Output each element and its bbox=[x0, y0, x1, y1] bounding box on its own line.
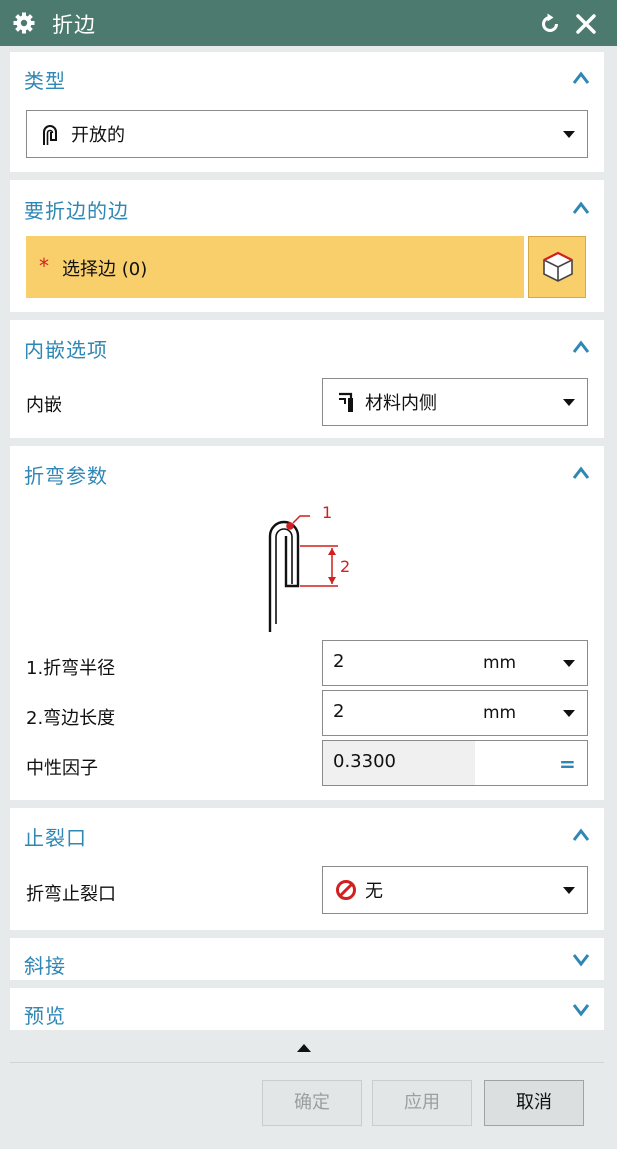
bend-radius-label: 1.折弯半径 bbox=[26, 658, 116, 679]
section-miter[interactable]: 斜接 bbox=[10, 938, 604, 980]
bend-relief-dropdown[interactable]: 无 bbox=[322, 866, 588, 914]
ok-button[interactable]: 确定 bbox=[262, 1080, 362, 1126]
bend-radius-value[interactable]: 2 bbox=[333, 651, 344, 672]
expand-caret-icon[interactable] bbox=[572, 953, 590, 967]
formula-equals-button[interactable]: = bbox=[559, 752, 576, 776]
flange-length-unit[interactable]: mm bbox=[483, 703, 516, 723]
section-preview-title[interactable]: 预览 bbox=[24, 1000, 66, 1029]
section-inset: 内嵌选项 内嵌 材料内侧 bbox=[10, 320, 604, 438]
apply-button[interactable]: 应用 bbox=[372, 1080, 472, 1126]
diagram-label-1: 1 bbox=[322, 503, 332, 522]
section-preview[interactable]: 预览 bbox=[10, 988, 604, 1030]
section-miter-title[interactable]: 斜接 bbox=[24, 950, 66, 979]
type-dropdown-value: 开放的 bbox=[71, 125, 125, 146]
inset-dropdown[interactable]: 材料内侧 bbox=[322, 378, 588, 426]
bend-diagram: 1 2 bbox=[268, 503, 350, 632]
diagram-label-2: 2 bbox=[340, 557, 350, 576]
required-asterisk: * bbox=[39, 254, 49, 278]
collapse-caret-icon[interactable] bbox=[572, 828, 590, 842]
bend-point-marker bbox=[286, 522, 294, 530]
show-less-icon[interactable] bbox=[297, 1044, 311, 1052]
divider bbox=[10, 1062, 604, 1063]
expand-caret-icon[interactable] bbox=[572, 1003, 590, 1017]
hem-flange-dialog: 折边 类型 开放的 要折边的边 * 选择边 (0) 内嵌选项 内嵌 材料内侧 折… bbox=[0, 0, 617, 1149]
section-relief: 止裂口 折弯止裂口 无 bbox=[10, 808, 604, 930]
bend-relief-value: 无 bbox=[365, 881, 383, 902]
chevron-down-icon bbox=[563, 887, 575, 894]
section-bend-params: 折弯参数 1 2 1.折弯半径 2 mm 2.弯边长度 2 mm 中性因子 0.… bbox=[10, 446, 604, 800]
neutral-factor-value: 0.3300 bbox=[333, 751, 396, 772]
select-edge-label: 选择边 (0) bbox=[62, 259, 148, 280]
chevron-down-icon[interactable] bbox=[563, 710, 575, 717]
flange-length-field[interactable]: 2 mm bbox=[322, 690, 588, 736]
bend-radius-unit[interactable]: mm bbox=[483, 653, 516, 673]
section-edges-title[interactable]: 要折边的边 bbox=[24, 195, 129, 224]
chevron-down-icon bbox=[563, 399, 575, 406]
none-icon bbox=[336, 880, 356, 900]
material-inside-icon bbox=[339, 392, 353, 412]
section-relief-title[interactable]: 止裂口 bbox=[24, 822, 87, 851]
type-dropdown[interactable]: 开放的 bbox=[26, 110, 588, 158]
neutral-factor-label: 中性因子 bbox=[26, 758, 98, 779]
title-bar: 折边 bbox=[0, 0, 617, 46]
section-edges: 要折边的边 * 选择边 (0) bbox=[10, 180, 604, 312]
bend-radius-field[interactable]: 2 mm bbox=[322, 640, 588, 686]
cancel-button[interactable]: 取消 bbox=[484, 1080, 584, 1126]
collapse-caret-icon[interactable] bbox=[572, 201, 590, 215]
neutral-factor-field[interactable]: 0.3300 = bbox=[322, 740, 588, 786]
section-type: 类型 开放的 bbox=[10, 52, 604, 172]
select-edge-button[interactable] bbox=[528, 236, 586, 298]
chevron-down-icon[interactable] bbox=[563, 660, 575, 667]
collapse-caret-icon[interactable] bbox=[572, 466, 590, 480]
dialog-title: 折边 bbox=[52, 13, 96, 37]
collapse-caret-icon[interactable] bbox=[572, 340, 590, 354]
flange-length-label: 2.弯边长度 bbox=[26, 708, 116, 729]
collapse-caret-icon[interactable] bbox=[572, 71, 590, 85]
chevron-down-icon bbox=[563, 131, 575, 138]
reset-icon[interactable] bbox=[538, 12, 562, 36]
inset-dropdown-value: 材料内侧 bbox=[365, 393, 437, 414]
inset-label: 内嵌 bbox=[26, 395, 62, 416]
bend-relief-label: 折弯止裂口 bbox=[26, 884, 116, 905]
select-edge-row[interactable]: * 选择边 (0) bbox=[26, 236, 524, 298]
close-icon[interactable] bbox=[574, 12, 598, 36]
cube-select-icon bbox=[543, 251, 573, 282]
section-type-title[interactable]: 类型 bbox=[24, 65, 66, 94]
section-bend-title[interactable]: 折弯参数 bbox=[24, 460, 108, 489]
flange-length-value[interactable]: 2 bbox=[333, 701, 344, 722]
gear-icon[interactable] bbox=[12, 11, 36, 35]
open-hem-icon bbox=[43, 125, 57, 145]
dialog-footer: 确定 应用 取消 bbox=[10, 1036, 604, 1140]
section-inset-title[interactable]: 内嵌选项 bbox=[24, 334, 108, 363]
